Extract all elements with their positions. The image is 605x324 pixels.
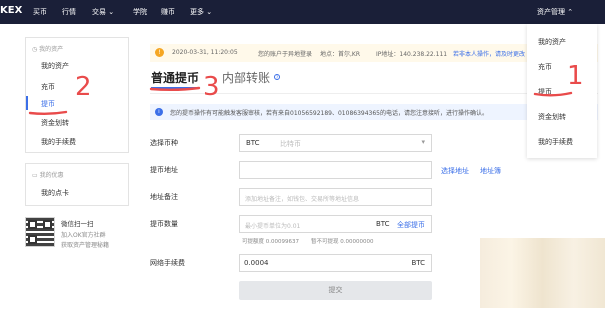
annotation-number-3: 3	[203, 72, 220, 102]
annotation-layer	[28, 86, 573, 115]
annotation-underline-3	[149, 86, 201, 91]
annotation-number-2: 2	[75, 72, 92, 102]
annotation-underline-1	[533, 91, 573, 97]
annotation-underline-2	[28, 110, 68, 115]
annotation-number-1: 1	[567, 61, 584, 91]
